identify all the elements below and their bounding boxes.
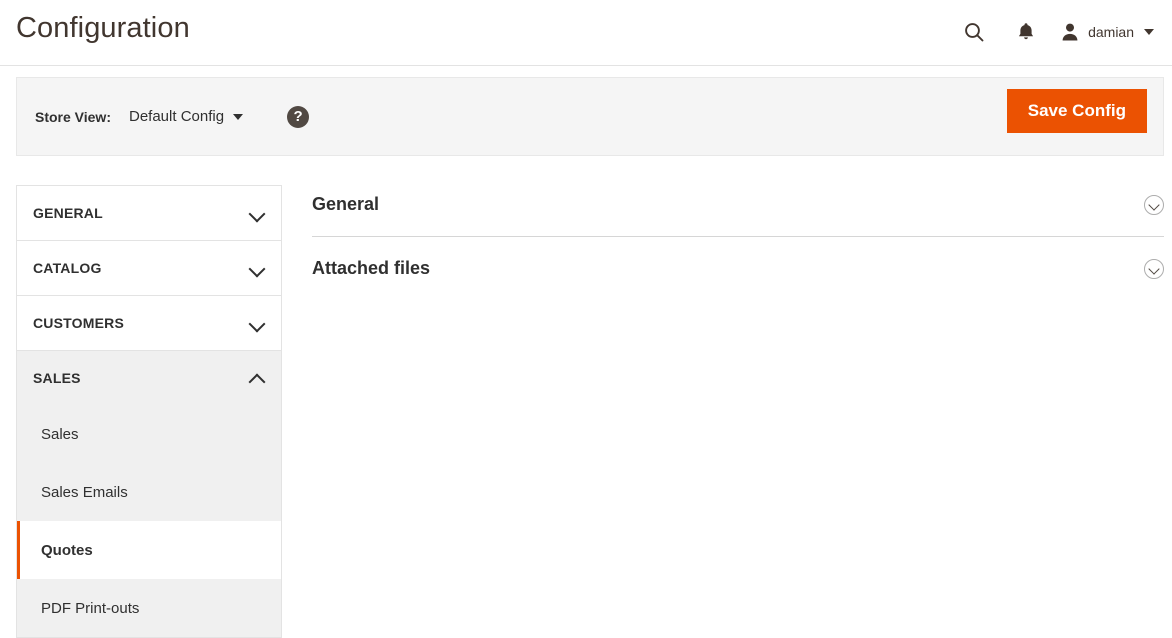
sidebar-subitem-label: Sales Emails <box>41 483 128 501</box>
nav-section-catalog: CATALOG <box>16 240 282 295</box>
sidebar-item-label: CUSTOMERS <box>33 315 124 331</box>
fieldset-attached-files: Attached files <box>312 237 1164 300</box>
nav-section-customers: CUSTOMERS <box>16 295 282 350</box>
user-avatar-icon <box>1060 22 1080 42</box>
sidebar-item-label: CATALOG <box>33 260 102 276</box>
question-mark-icon[interactable]: ? <box>287 105 310 128</box>
sidebar-subitem-label: Sales <box>41 425 79 443</box>
config-main-panel: General Attached files <box>312 173 1164 300</box>
circle-chevron-down-icon <box>1144 194 1164 215</box>
sidebar-item-catalog[interactable]: CATALOG <box>17 241 281 295</box>
chevron-up-icon <box>249 370 265 386</box>
sidebar-subitem-pdf-print-outs[interactable]: PDF Print-outs <box>17 579 281 637</box>
sidebar-subitem-quotes[interactable]: Quotes <box>17 521 281 579</box>
fieldset-attached-files-toggle[interactable]: Attached files <box>312 237 1164 300</box>
store-view-select[interactable]: Default Config <box>129 108 244 125</box>
chevron-down-icon <box>249 260 265 276</box>
content-area: GENERAL CATALOG CUSTOMERS SALES Sales Sa… <box>0 173 1172 638</box>
notifications-button[interactable] <box>1000 12 1052 52</box>
chevron-down-icon <box>249 205 265 221</box>
store-view-label: Store View: <box>35 108 111 125</box>
store-view-bar: Store View: Default Config ? Save Config <box>16 77 1164 156</box>
page-title: Configuration <box>16 12 190 44</box>
save-config-button[interactable]: Save Config <box>1006 89 1147 133</box>
sidebar-item-customers[interactable]: CUSTOMERS <box>17 296 281 350</box>
sidebar-item-general[interactable]: GENERAL <box>17 186 281 240</box>
nav-subitems-sales: Sales Sales Emails Quotes PDF Print-outs <box>17 405 281 637</box>
user-name-label: damian <box>1088 24 1134 40</box>
header-tools: damian <box>948 12 1158 52</box>
config-sidebar-nav: GENERAL CATALOG CUSTOMERS SALES Sales Sa… <box>16 185 282 638</box>
circle-chevron-down-icon <box>1144 258 1164 279</box>
bell-icon <box>1016 21 1036 43</box>
sidebar-subitem-label: Quotes <box>41 541 93 559</box>
search-icon <box>963 21 985 43</box>
sidebar-subitem-sales[interactable]: Sales <box>17 405 281 463</box>
sidebar-subitem-label: PDF Print-outs <box>41 599 140 617</box>
sidebar-item-sales[interactable]: SALES <box>17 351 281 405</box>
fieldset-title: General <box>312 194 380 214</box>
caret-down-icon <box>233 113 244 120</box>
caret-down-icon <box>1144 29 1154 35</box>
chevron-down-icon <box>249 315 265 331</box>
store-view-selected-value: Default Config <box>129 108 225 125</box>
sidebar-item-label: GENERAL <box>33 205 103 221</box>
search-button[interactable] <box>948 12 1000 52</box>
help-glyph: ? <box>293 108 303 125</box>
fieldset-general: General <box>312 173 1164 237</box>
fieldset-title: Attached files <box>312 258 431 278</box>
user-menu-button[interactable]: damian <box>1052 12 1158 52</box>
fieldset-general-toggle[interactable]: General <box>312 173 1164 236</box>
nav-section-sales: SALES Sales Sales Emails Quotes PDF Prin… <box>16 350 282 638</box>
nav-section-general: GENERAL <box>16 185 282 240</box>
page-header: Configuration damian <box>0 0 1172 66</box>
sidebar-item-label: SALES <box>33 370 81 386</box>
sidebar-subitem-sales-emails[interactable]: Sales Emails <box>17 463 281 521</box>
